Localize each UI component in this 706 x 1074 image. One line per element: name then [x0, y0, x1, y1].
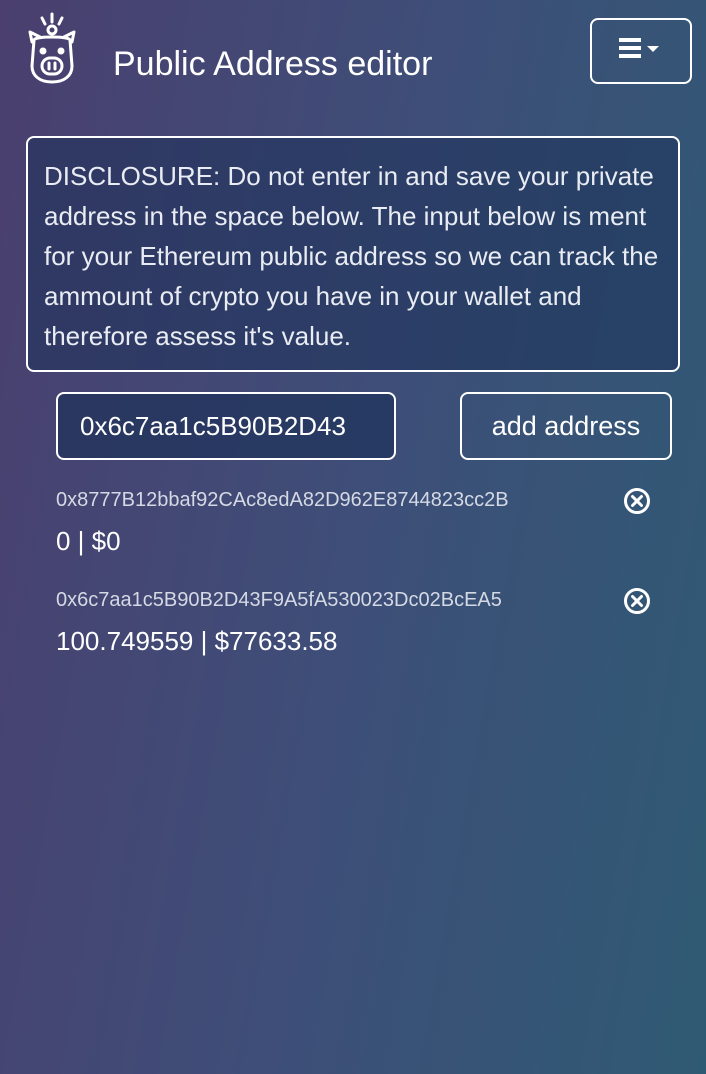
piggy-bank-icon	[24, 10, 80, 84]
remove-address-button[interactable]	[622, 586, 652, 616]
wallet-address: 0x8777B12bbaf92CAc8edA82D962E8744823cc2B	[56, 489, 509, 511]
header: Public Address editor	[0, 0, 706, 110]
wallet-item: 0x6c7aa1c5B90B2D43F9A5fA530023Dc02BcEA5 …	[56, 586, 656, 658]
hamburger-menu-icon	[617, 36, 665, 67]
add-address-button[interactable]: add address	[460, 392, 672, 460]
page-title: Public Address editor	[113, 45, 433, 83]
wallet-item: 0x8777B12bbaf92CAc8edA82D962E8744823cc2B…	[56, 486, 656, 558]
wallet-balance: 0 | $0	[56, 526, 121, 556]
menu-dropdown-button[interactable]	[590, 18, 692, 84]
address-input[interactable]	[56, 392, 396, 460]
close-circle-icon	[624, 588, 650, 614]
disclosure-notice: DISCLOSURE: Do not enter in and save you…	[26, 136, 680, 372]
remove-address-button[interactable]	[622, 486, 652, 516]
wallet-address: 0x6c7aa1c5B90B2D43F9A5fA530023Dc02BcEA5	[56, 589, 502, 611]
close-circle-icon	[624, 488, 650, 514]
wallet-balance: 100.749559 | $77633.58	[56, 626, 338, 656]
